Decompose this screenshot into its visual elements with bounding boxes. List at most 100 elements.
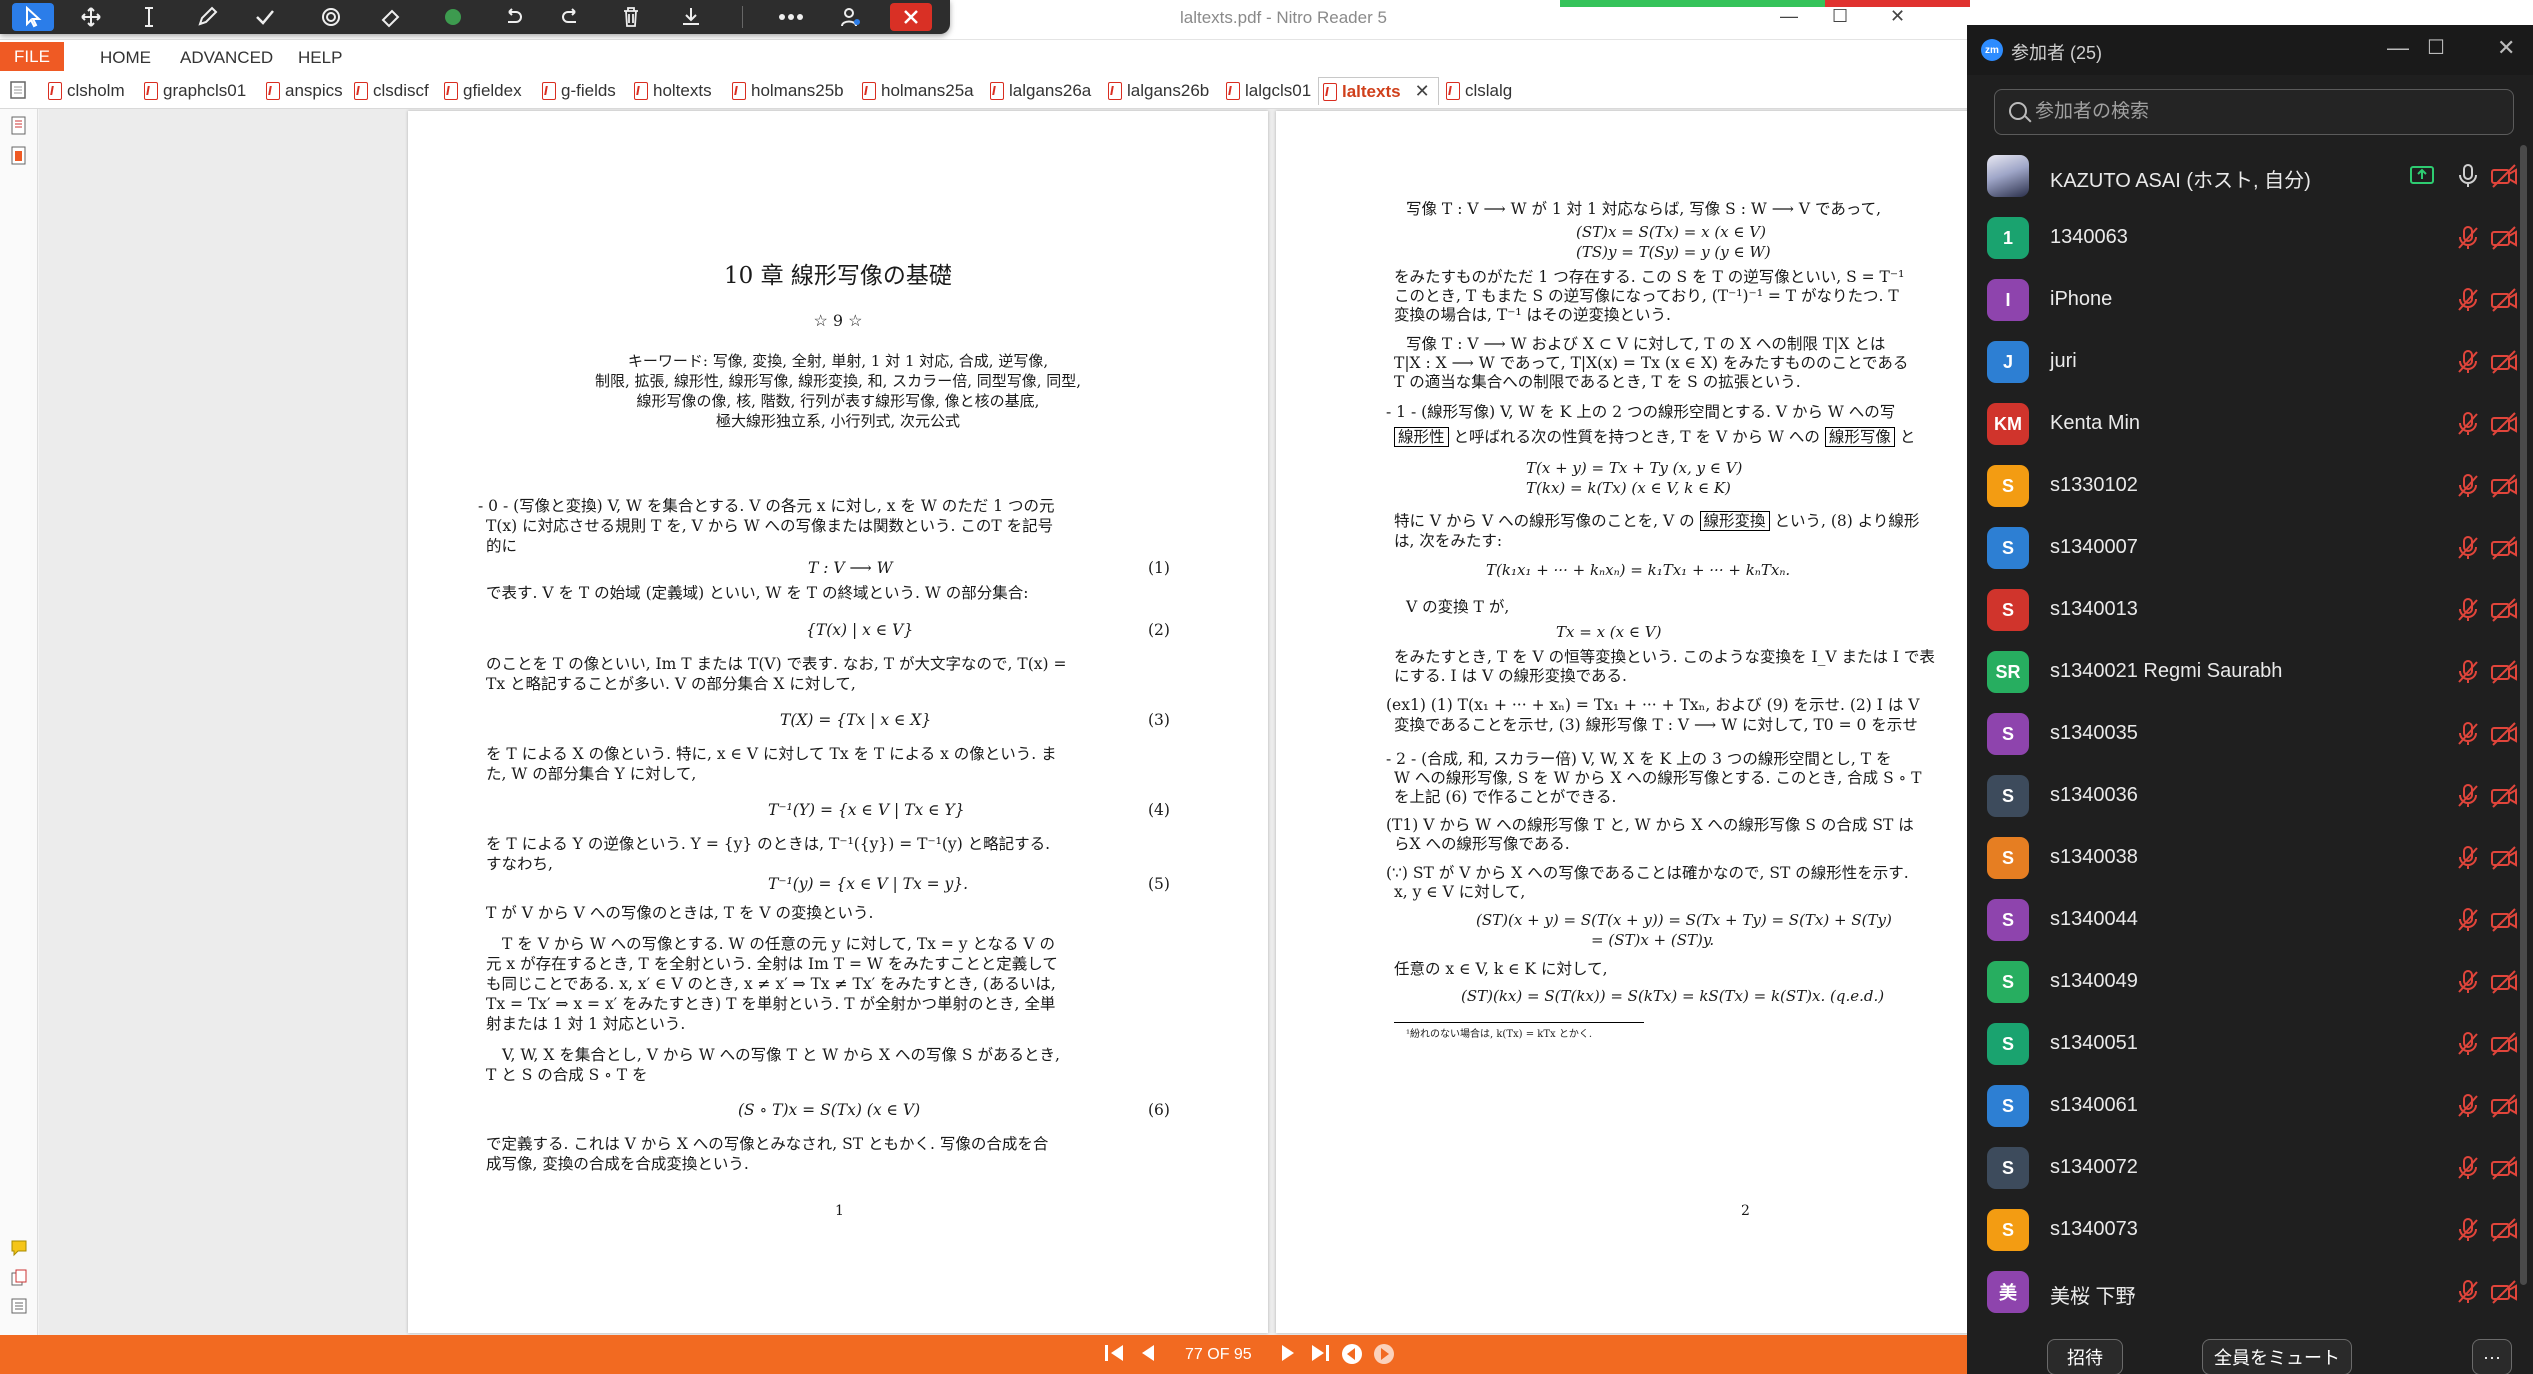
- trash-icon[interactable]: [610, 3, 652, 31]
- pages-icon[interactable]: [9, 145, 29, 167]
- tab-anspics[interactable]: anspics: [262, 77, 343, 105]
- forward-view-icon[interactable]: [1372, 1342, 1396, 1371]
- bookmarks-icon[interactable]: [9, 115, 29, 137]
- participant-row[interactable]: 1 1340063: [1967, 207, 2533, 269]
- microphone-muted-icon[interactable]: [2455, 906, 2481, 934]
- download-icon[interactable]: [670, 3, 712, 31]
- participant-row[interactable]: Ss1340072: [1967, 1137, 2533, 1199]
- video-off-icon[interactable]: [2489, 224, 2519, 252]
- participant-row[interactable]: 美美桜 下野: [1967, 1261, 2533, 1323]
- tab-clsholm[interactable]: clsholm: [44, 77, 125, 105]
- page-indicator[interactable]: 77 OF 95: [1185, 1346, 1252, 1364]
- participant-search-input[interactable]: [2035, 98, 2495, 126]
- next-page-icon[interactable]: [1278, 1342, 1298, 1369]
- microphone-muted-icon[interactable]: [2455, 1154, 2481, 1182]
- participant-row[interactable]: SR s1340021 Regmi Saurabh: [1967, 641, 2533, 703]
- stamp-icon[interactable]: [310, 3, 352, 31]
- menu-advanced[interactable]: ADVANCED: [180, 48, 273, 68]
- menu-file[interactable]: FILE: [0, 42, 64, 71]
- participant-row[interactable]: Jjuri: [1967, 331, 2533, 393]
- tab-holtexts[interactable]: holtexts: [630, 77, 712, 105]
- popout-panel-icon[interactable]: ☐: [2427, 35, 2445, 60]
- microphone-muted-icon[interactable]: [2455, 596, 2481, 624]
- video-off-icon[interactable]: [2489, 1154, 2519, 1182]
- microphone-muted-icon[interactable]: [2455, 1216, 2481, 1244]
- video-off-icon[interactable]: [2489, 1216, 2519, 1244]
- video-off-icon[interactable]: [2489, 410, 2519, 438]
- tab-gfieldex[interactable]: gfieldex: [440, 77, 522, 105]
- color-picker-icon[interactable]: [432, 3, 474, 31]
- participant-row[interactable]: Ss1340007: [1967, 517, 2533, 579]
- microphone-muted-icon[interactable]: [2455, 1278, 2481, 1306]
- undo-icon[interactable]: [492, 3, 534, 31]
- previous-page-icon[interactable]: [1138, 1342, 1158, 1369]
- tab-clsdiscf[interactable]: clsdiscf: [350, 77, 429, 105]
- participant-row[interactable]: Ss1340035: [1967, 703, 2533, 765]
- participant-row[interactable]: KAZUTO ASAI (ホスト, 自分): [1967, 145, 2533, 207]
- first-page-icon[interactable]: [1103, 1342, 1127, 1369]
- close-window-button[interactable]: ✕: [1890, 6, 1905, 27]
- output-icon[interactable]: [9, 1295, 29, 1317]
- tab-g-fields[interactable]: g-fields: [538, 77, 616, 105]
- close-panel-icon[interactable]: ✕: [2497, 35, 2515, 61]
- participant-row[interactable]: Ss1340061: [1967, 1075, 2533, 1137]
- document-view[interactable]: 10 章 線形写像の基礎 ☆ 9 ☆ キーワード: 写像, 変換, 全射, 単射…: [39, 109, 1967, 1335]
- microphone-muted-icon[interactable]: [2455, 1092, 2481, 1120]
- video-off-icon[interactable]: [2489, 472, 2519, 500]
- microphone-muted-icon[interactable]: [2455, 286, 2481, 314]
- microphone-muted-icon[interactable]: [2455, 348, 2481, 376]
- back-view-icon[interactable]: [1340, 1342, 1364, 1371]
- microphone-muted-icon[interactable]: [2455, 224, 2481, 252]
- participant-row[interactable]: KM Kenta Min: [1967, 393, 2533, 455]
- video-off-icon[interactable]: [2489, 1030, 2519, 1058]
- microphone-icon[interactable]: [2455, 162, 2481, 190]
- checkmark-icon[interactable]: [244, 3, 286, 31]
- participant-search[interactable]: [1994, 89, 2514, 135]
- video-off-icon[interactable]: [2489, 658, 2519, 686]
- eraser-icon[interactable]: [370, 3, 412, 31]
- more-options-button[interactable]: ···: [2472, 1339, 2512, 1374]
- video-off-icon[interactable]: [2489, 1092, 2519, 1120]
- participants-scrollbar[interactable]: [2520, 145, 2527, 1285]
- microphone-muted-icon[interactable]: [2455, 844, 2481, 872]
- video-off-icon[interactable]: [2489, 162, 2519, 190]
- tab-laltexts[interactable]: laltexts ✕: [1318, 77, 1439, 105]
- video-off-icon[interactable]: [2489, 534, 2519, 562]
- microphone-muted-icon[interactable]: [2455, 968, 2481, 996]
- video-off-icon[interactable]: [2489, 596, 2519, 624]
- participant-row[interactable]: IiPhone: [1967, 269, 2533, 331]
- close-annotation-icon[interactable]: [890, 3, 932, 31]
- attachments-icon[interactable]: [9, 1267, 29, 1289]
- maximize-button[interactable]: ☐: [1832, 6, 1848, 27]
- tab-close-icon[interactable]: ✕: [1415, 81, 1430, 102]
- comments-icon[interactable]: [9, 1237, 29, 1259]
- participant-row[interactable]: Ss1340013: [1967, 579, 2533, 641]
- microphone-muted-icon[interactable]: [2455, 720, 2481, 748]
- tab-lalgcls01[interactable]: lalgcls01: [1222, 77, 1311, 105]
- minimize-panel-icon[interactable]: —: [2387, 35, 2409, 61]
- tab-lalgans26b[interactable]: lalgans26b: [1104, 77, 1209, 105]
- microphone-muted-icon[interactable]: [2455, 534, 2481, 562]
- redo-icon[interactable]: [550, 3, 592, 31]
- video-off-icon[interactable]: [2489, 720, 2519, 748]
- participant-row[interactable]: Ss1340044: [1967, 889, 2533, 951]
- move-icon[interactable]: [70, 3, 112, 31]
- video-off-icon[interactable]: [2489, 286, 2519, 314]
- tab-holmans25b[interactable]: holmans25b: [728, 77, 844, 105]
- share-screen-icon[interactable]: [2409, 163, 2435, 189]
- menu-help[interactable]: HELP: [298, 48, 342, 68]
- video-off-icon[interactable]: [2489, 968, 2519, 996]
- user-settings-icon[interactable]: [830, 3, 872, 31]
- video-off-icon[interactable]: [2489, 906, 2519, 934]
- more-options-icon[interactable]: [770, 3, 812, 31]
- tab-clslalg[interactable]: clslalg: [1442, 77, 1512, 105]
- microphone-muted-icon[interactable]: [2455, 1030, 2481, 1058]
- select-arrow-icon[interactable]: [12, 3, 54, 31]
- participant-row[interactable]: Ss1340036: [1967, 765, 2533, 827]
- microphone-muted-icon[interactable]: [2455, 472, 2481, 500]
- video-off-icon[interactable]: [2489, 1278, 2519, 1306]
- participant-row[interactable]: Ss1330102: [1967, 455, 2533, 517]
- tab-graphcls01[interactable]: graphcls01: [140, 77, 246, 105]
- video-off-icon[interactable]: [2489, 348, 2519, 376]
- video-off-icon[interactable]: [2489, 782, 2519, 810]
